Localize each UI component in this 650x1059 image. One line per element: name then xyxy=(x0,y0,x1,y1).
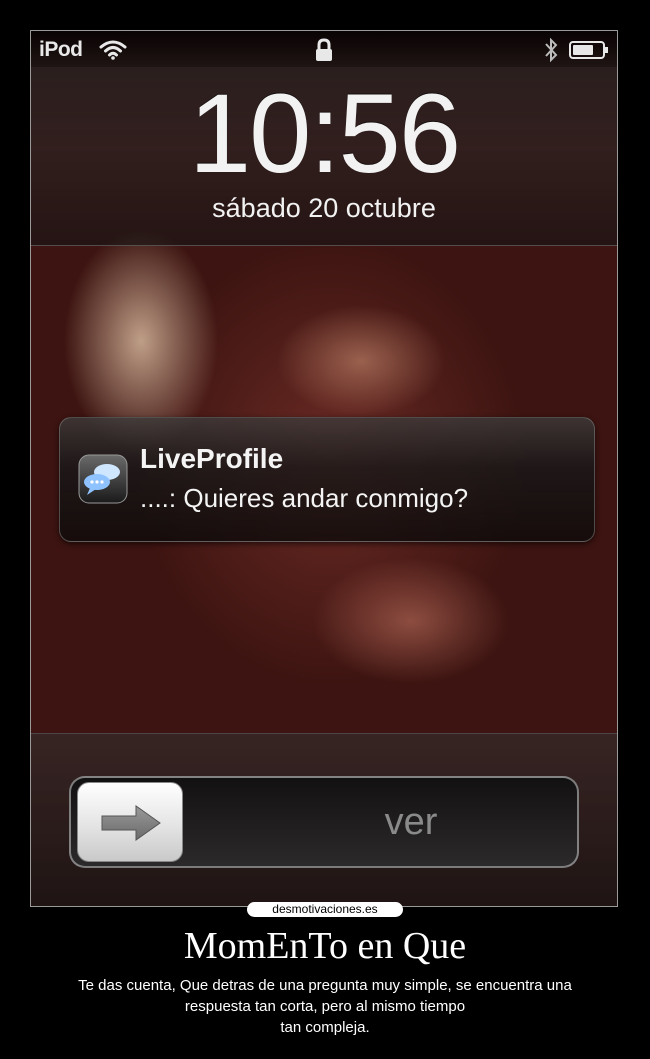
chat-bubbles-icon xyxy=(78,454,128,504)
poster-title: MomEnTo en Que xyxy=(183,925,467,967)
notification-app-name: LiveProfile xyxy=(140,443,284,474)
unlock-slider-knob[interactable] xyxy=(77,782,183,862)
lock-icon xyxy=(316,38,332,61)
lock-clock-panel: 10:56 sábado 20 octubre xyxy=(31,67,617,246)
poster-image-frame: iPod 10:56 sábado 20 octubre LiveProfile… xyxy=(30,30,618,907)
battery-icon xyxy=(569,41,608,59)
push-notification[interactable]: LiveProfile ....: Quieres andar conmigo? xyxy=(59,417,595,542)
site-watermark: desmotivaciones.es xyxy=(247,902,403,917)
clock-date: sábado 20 octubre xyxy=(212,193,436,223)
bluetooth-icon xyxy=(545,37,558,63)
device-name: iPod xyxy=(39,38,83,61)
clock-time: 10:56 xyxy=(188,71,461,196)
ipod-lock-screen: iPod 10:56 sábado 20 octubre LiveProfile… xyxy=(31,31,617,906)
wifi-icon xyxy=(99,40,127,60)
arrow-right-icon xyxy=(101,805,161,841)
status-bar: iPod xyxy=(31,31,617,67)
unlock-slider-track[interactable]: ver xyxy=(69,776,579,868)
unlock-bar: ver xyxy=(31,733,617,906)
caption-line: respuesta tan corta, pero al mismo tiemp… xyxy=(184,998,466,1015)
caption-line: tan compleja. xyxy=(280,1019,370,1036)
unlock-slider-label: ver xyxy=(384,801,438,843)
caption-line: Te das cuenta, Que detras de una pregunt… xyxy=(78,977,572,994)
poster-caption: Te das cuenta, Que detras de una pregunt… xyxy=(20,975,630,1038)
notification-message: ....: Quieres andar conmigo? xyxy=(140,483,469,513)
